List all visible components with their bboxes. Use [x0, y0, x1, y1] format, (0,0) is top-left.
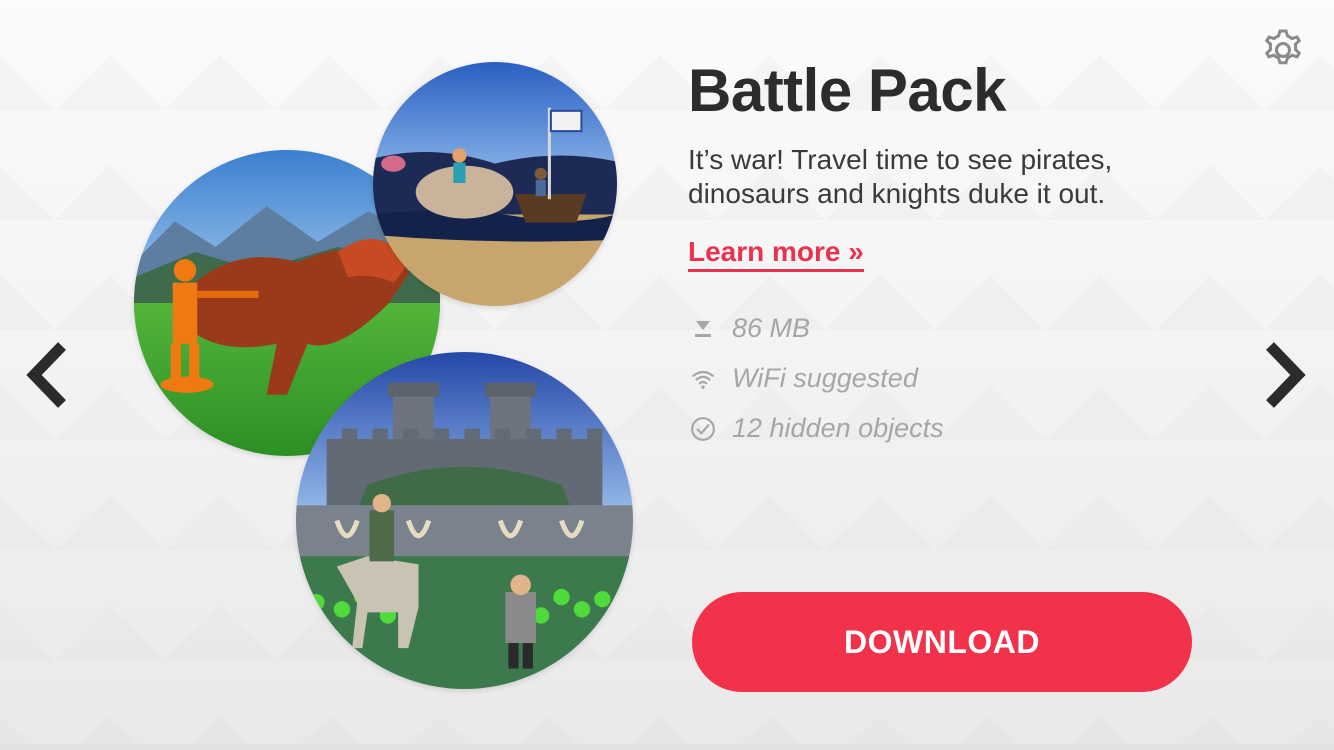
castle-scene-image: [296, 352, 633, 689]
pack-size-info: 86 MB: [688, 313, 810, 344]
gear-icon: [1264, 29, 1302, 65]
settings-button[interactable]: [1258, 25, 1308, 75]
next-pack-button[interactable]: [1260, 340, 1310, 410]
wifi-icon: [688, 364, 718, 394]
learn-more-link[interactable]: Learn more »: [688, 236, 864, 272]
chevron-right-icon: [1266, 342, 1306, 408]
hidden-objects-info: 12 hidden objects: [688, 413, 944, 444]
pack-description: It’s war! Travel time to see pirates, di…: [688, 144, 1113, 209]
download-icon: [688, 314, 718, 344]
connection-text: WiFi suggested: [732, 363, 918, 393]
pack-title: Battle Pack: [688, 57, 1007, 124]
download-button[interactable]: DOWNLOAD: [692, 592, 1192, 692]
pack-size-text: 86 MB: [732, 313, 811, 343]
connection-info: WiFi suggested: [688, 363, 918, 394]
pirate-scene-image: [373, 62, 617, 306]
previous-pack-button[interactable]: [22, 340, 72, 410]
chevron-left-icon: [26, 342, 66, 408]
hidden-objects-text: 12 hidden objects: [732, 413, 944, 443]
check-circle-icon: [688, 414, 718, 444]
bottom-bar: [0, 744, 1334, 750]
